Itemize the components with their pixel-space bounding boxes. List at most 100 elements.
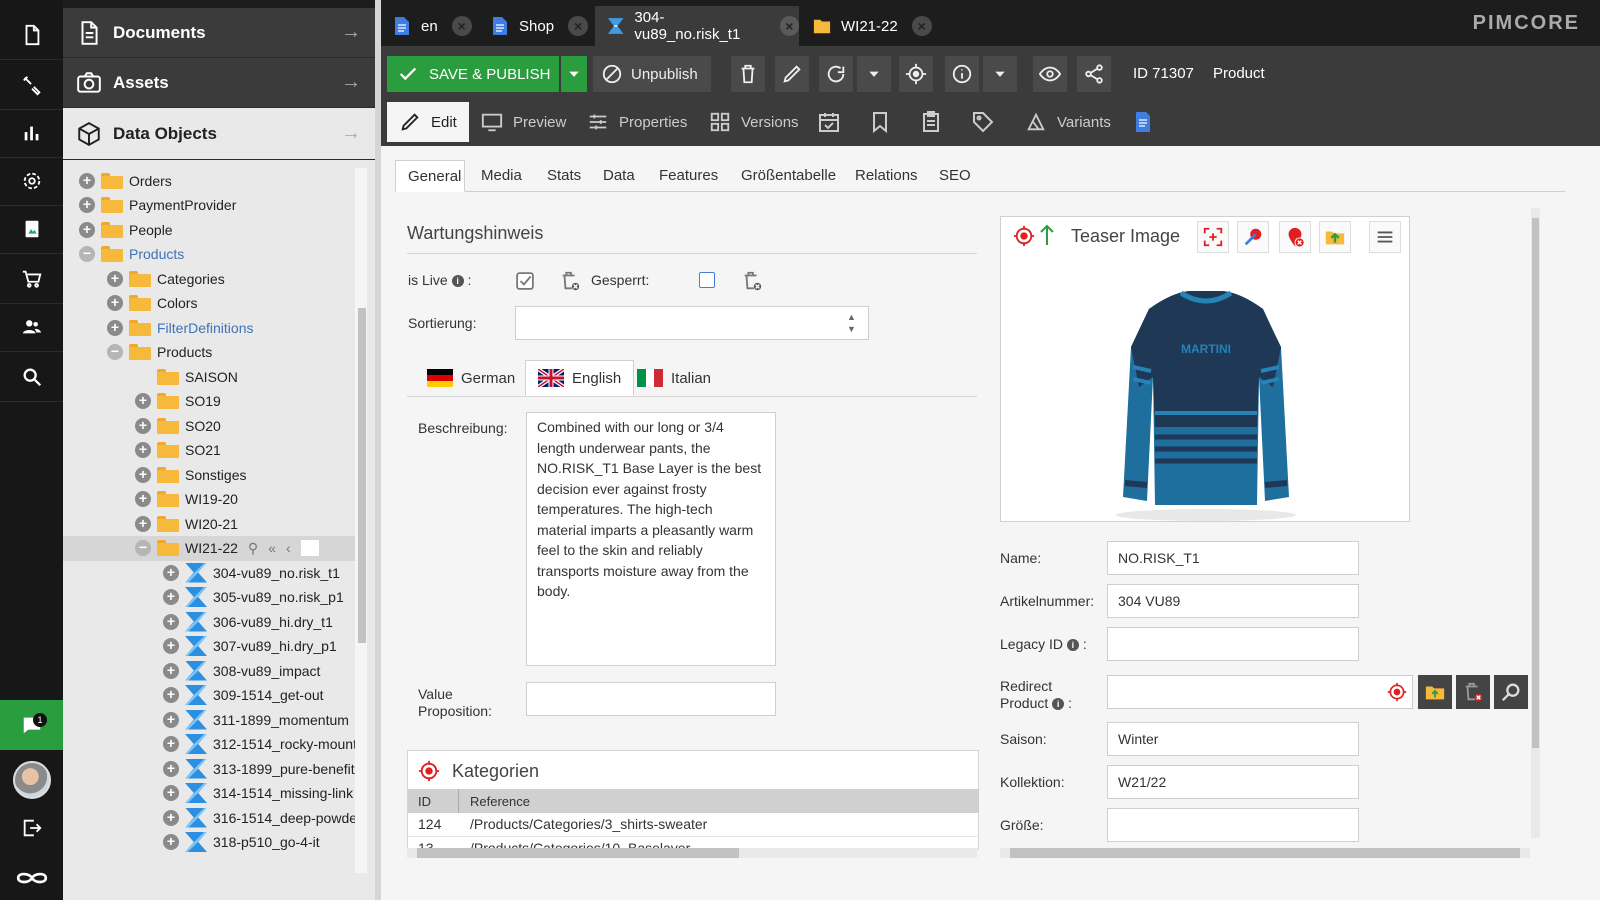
calendar-icon[interactable]: [817, 110, 841, 134]
expand-icon[interactable]: +: [135, 466, 151, 483]
arrow-right-icon[interactable]: →: [341, 21, 361, 44]
expand-icon[interactable]: +: [163, 785, 179, 801]
save-publish-button[interactable]: SAVE & PUBLISH: [387, 56, 559, 92]
right-column-hscrollbar-thumb[interactable]: [1010, 848, 1520, 858]
tab-data[interactable]: Data: [591, 160, 645, 192]
upload-arrow-icon[interactable]: [1037, 223, 1057, 247]
collapse-icon[interactable]: −: [107, 344, 123, 360]
groesse-input[interactable]: [1107, 808, 1359, 842]
notifications-button[interactable]: 1: [0, 700, 63, 750]
tab-wi21-22[interactable]: WI21-22 ×: [801, 6, 937, 46]
expand-icon[interactable]: +: [163, 589, 179, 605]
tab-größentabelle[interactable]: Größentabelle: [729, 160, 841, 192]
assets-icon[interactable]: [0, 204, 63, 254]
column-header-id[interactable]: ID: [418, 794, 431, 809]
tab-media[interactable]: Media: [469, 160, 533, 192]
expand-icon[interactable]: +: [163, 760, 179, 777]
arrow-right-icon[interactable]: →: [341, 71, 361, 94]
tree-node[interactable]: + Colors: [63, 291, 358, 316]
accordion-data-objects[interactable]: Data Objects →: [63, 108, 375, 160]
tab-en[interactable]: en ×: [381, 6, 477, 46]
tab-seo[interactable]: SEO: [927, 160, 977, 192]
tree-node[interactable]: +308-vu89_impact: [63, 658, 358, 683]
target-icon[interactable]: [1387, 682, 1407, 702]
cart-icon[interactable]: [0, 254, 63, 304]
collapse-icon[interactable]: −: [79, 246, 95, 262]
tree-node[interactable]: + WI19-20: [63, 487, 358, 512]
tab-features[interactable]: Features: [647, 160, 727, 192]
accordion-documents[interactable]: Documents →: [63, 8, 375, 58]
expand-icon[interactable]: +: [107, 319, 123, 336]
is-live-checkbox[interactable]: [516, 272, 534, 290]
tree-node[interactable]: + PaymentProvider: [63, 193, 358, 218]
clear-relation-button[interactable]: [1456, 675, 1490, 709]
tree-node[interactable]: − WI21-22 ⚲ « ‹: [63, 535, 358, 561]
left-column-hscrollbar-thumb[interactable]: [417, 848, 739, 858]
tree-node[interactable]: +316-1514_deep-powder: [63, 805, 358, 830]
image-menu-button[interactable]: [1369, 221, 1401, 253]
expand-icon[interactable]: +: [163, 638, 179, 654]
tree-node[interactable]: +311-1899_momentum: [63, 707, 358, 732]
artikelnummer-input[interactable]: 304 VU89: [1107, 584, 1359, 618]
tree-node[interactable]: SAISON: [63, 364, 358, 389]
expand-icon[interactable]: +: [163, 687, 179, 703]
expand-icon[interactable]: +: [163, 834, 179, 850]
tree-node[interactable]: +309-1514_get-out: [63, 683, 358, 708]
bookmark-icon[interactable]: [868, 110, 892, 134]
close-icon[interactable]: ×: [451, 16, 472, 36]
pimcore-logo-icon[interactable]: [0, 853, 63, 900]
tree-node[interactable]: +306-vu89_hi.dry_t1: [63, 609, 358, 634]
sortierung-number-input[interactable]: [515, 306, 869, 340]
tree-node[interactable]: + WI20-21: [63, 511, 358, 536]
legacy-id-input[interactable]: [1107, 627, 1359, 661]
tab-variants[interactable]: Variants: [1013, 102, 1117, 142]
tab-preview[interactable]: Preview: [469, 102, 575, 142]
expand-icon[interactable]: +: [107, 270, 123, 287]
expand-icon[interactable]: +: [79, 197, 95, 213]
accordion-assets[interactable]: Assets →: [63, 58, 375, 108]
logout-icon[interactable]: [0, 803, 63, 853]
tree-node[interactable]: − Products: [63, 242, 358, 267]
tree-node[interactable]: + SO20: [63, 413, 358, 438]
beschreibung-textarea[interactable]: Combined with our long or 3/4 length unde…: [526, 412, 776, 666]
clear-field-icon[interactable]: [559, 270, 581, 292]
expand-icon[interactable]: +: [135, 491, 151, 507]
table-row[interactable]: 124 /Products/Categories/3_shirts-sweate…: [408, 813, 979, 837]
open-relation-button[interactable]: [1418, 675, 1452, 709]
product-image[interactable]: MARTINI: [1111, 287, 1301, 523]
tree-node[interactable]: + SO21: [63, 438, 358, 463]
rename-button[interactable]: [775, 56, 809, 92]
expand-icon[interactable]: +: [135, 393, 151, 409]
tree-scrollbar-thumb[interactable]: [358, 308, 366, 643]
close-icon[interactable]: ×: [779, 16, 799, 36]
tab-product-object[interactable]: 304-vu89_no.risk_t1 ×: [595, 6, 799, 46]
tree-node[interactable]: +318-p510_go-4-it: [63, 830, 358, 855]
users-icon[interactable]: [0, 302, 63, 352]
tag-icon[interactable]: [971, 110, 995, 134]
share-button[interactable]: [1077, 56, 1111, 92]
tab-versions[interactable]: Versions: [697, 102, 809, 142]
expand-icon[interactable]: +: [163, 711, 179, 728]
expand-icon[interactable]: +: [79, 221, 95, 238]
tree-node[interactable]: + People: [63, 217, 358, 242]
search-relation-button[interactable]: [1494, 675, 1528, 709]
tree-node[interactable]: +307-vu89_hi.dry_p1: [63, 634, 358, 659]
wrench-icon[interactable]: [0, 60, 63, 110]
tree-node[interactable]: + Orders: [63, 168, 358, 193]
kollektion-input[interactable]: W21/22: [1107, 765, 1359, 799]
locate-in-tree-button[interactable]: [899, 56, 933, 92]
tree-node[interactable]: +314-1514_missing-link: [63, 781, 358, 806]
tree-node[interactable]: + SO19: [63, 389, 358, 414]
spinner-icon[interactable]: ▲ ▼: [847, 311, 856, 335]
tree-node[interactable]: +304-vu89_no.risk_t1: [63, 560, 358, 585]
double-chevron-left-icon[interactable]: «: [268, 540, 276, 556]
tree-node[interactable]: +305-vu89_no.risk_p1: [63, 585, 358, 610]
info-button[interactable]: [945, 56, 979, 92]
document-icon[interactable]: [0, 10, 63, 60]
tab-general[interactable]: General: [395, 160, 465, 192]
unpublish-button[interactable]: Unpublish: [593, 56, 711, 92]
close-icon[interactable]: ×: [911, 16, 932, 36]
tree-node[interactable]: +312-1514_rocky-mountain: [63, 732, 358, 757]
upload-image-button[interactable]: [1319, 221, 1351, 253]
value-proposition-input[interactable]: [526, 682, 776, 716]
